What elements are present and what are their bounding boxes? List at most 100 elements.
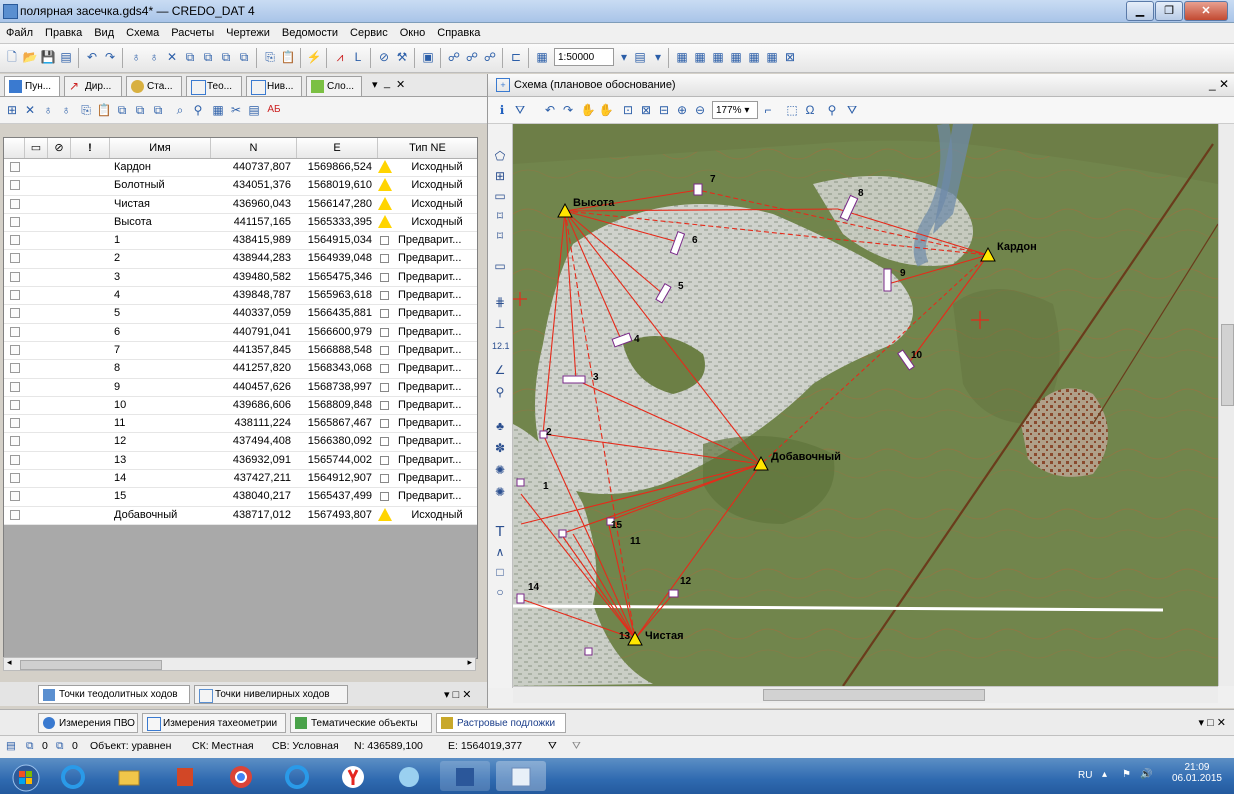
row-checkbox[interactable] (10, 253, 20, 264)
tab-thematic-objects[interactable]: Тематические объекты (290, 713, 432, 733)
row-checkbox[interactable] (10, 162, 20, 172)
search-tool-icon[interactable]: ⚲ (492, 384, 508, 400)
minimize-button[interactable]: ▁ (1126, 1, 1154, 21)
tab-theodolite-points[interactable]: Точки теодолитных ходов (38, 685, 190, 704)
row-checkbox[interactable] (10, 473, 20, 484)
zoom-combo[interactable]: 177% ▾ (712, 101, 758, 119)
pan-icon[interactable]: ✋ (580, 102, 596, 118)
open-folder-icon[interactable]: 📂 (22, 49, 38, 65)
filter3-icon[interactable]: ⛛ (844, 102, 860, 118)
measure-icon[interactable]: Ω (802, 102, 818, 118)
tab-layers[interactable]: Сло... (306, 76, 362, 96)
network-icon[interactable]: ☍ (446, 49, 462, 65)
col-n[interactable]: N (211, 138, 297, 158)
info-icon[interactable]: ℹ (494, 102, 510, 118)
polygon-icon[interactable]: ⬠ (492, 148, 508, 164)
point-icon[interactable]: ♁ (128, 49, 144, 65)
ie-icon[interactable] (48, 761, 98, 791)
menu-help[interactable]: Справка (431, 27, 486, 39)
table-row[interactable]: 3 439480,582 1565475,346 Предварит... (4, 268, 477, 288)
tab-raster-underlays[interactable]: Растровые подложки (436, 713, 566, 733)
scale-combo[interactable]: 1:50000 (554, 48, 614, 66)
view-icon[interactable]: ▣ (420, 49, 436, 65)
grid7-icon[interactable]: ⊠ (782, 49, 798, 65)
angle-icon[interactable]: ∠ (492, 362, 508, 378)
color-tool-icon[interactable]: ✽ (492, 440, 508, 456)
calc-icon[interactable]: ⚡ (306, 49, 322, 65)
status-filter-icon[interactable]: ⛛ (548, 740, 557, 753)
map-vscrollbar[interactable] (1218, 124, 1234, 686)
new-file-icon[interactable]: 🗋 (4, 49, 20, 65)
volume-icon[interactable]: 🔊 (1140, 769, 1152, 780)
row-checkbox[interactable] (10, 436, 20, 447)
menu-scheme[interactable]: Схема (120, 27, 165, 39)
col-name[interactable]: Имя (110, 138, 211, 158)
scroll-left-icon[interactable]: ◂ (7, 657, 12, 668)
row-checkbox[interactable] (10, 509, 20, 520)
grid5-icon[interactable]: ▦ (746, 49, 762, 65)
link3-icon[interactable]: ⧉ (218, 49, 234, 65)
zoom-prev-icon[interactable]: ⊟ (656, 102, 672, 118)
table-row[interactable]: 12 437494,408 1566380,092 Предварит... (4, 433, 477, 452)
redo-icon[interactable]: ↷ (102, 49, 118, 65)
menu-statements[interactable]: Ведомости (276, 27, 344, 39)
credo-icon[interactable] (496, 761, 546, 791)
level-icon[interactable]: L (350, 49, 366, 65)
tool-icon[interactable]: ⚒ (394, 49, 410, 65)
row-checkbox[interactable] (10, 180, 20, 191)
adjust-icon[interactable]: ⩘ (332, 49, 348, 65)
table-row[interactable]: 4 439848,787 1565963,618 Предварит... (4, 287, 477, 306)
office-icon[interactable] (160, 761, 210, 791)
table-row[interactable]: 10 439686,606 1568809,848 Предварит... (4, 396, 477, 416)
filter-icon[interactable]: ⚲ (190, 102, 206, 118)
table-row[interactable]: 13 436932,091 1565744,002 Предварит... (4, 451, 477, 471)
menu-calculations[interactable]: Расчеты (165, 27, 220, 39)
filter2-icon[interactable]: ⛛ (512, 102, 528, 118)
yandex-icon[interactable] (328, 761, 378, 791)
table-row[interactable]: 2 438944,283 1564939,048 Предварит... (4, 250, 477, 269)
tab-theodolite[interactable]: Тео... (186, 76, 242, 96)
table-row[interactable]: Кардон 440737,807 1569866,524 Исходный (4, 159, 477, 178)
row-checkbox[interactable] (10, 418, 20, 429)
table-icon[interactable]: ▦ (210, 102, 226, 118)
rect-tool-icon[interactable]: □ (492, 564, 508, 580)
menu-drawings[interactable]: Чертежи (220, 27, 276, 39)
scroll-thumb[interactable] (20, 660, 162, 670)
row-checkbox[interactable] (10, 491, 20, 502)
row-checkbox[interactable] (10, 399, 20, 410)
grid-tool-icon[interactable]: ⊞ (492, 168, 508, 184)
table-row[interactable]: Чистая 436960,043 1566147,280 Исходный (4, 195, 477, 214)
map-vscroll-thumb[interactable] (1221, 324, 1234, 406)
undo2-icon[interactable]: ↶ (542, 102, 558, 118)
fit-icon[interactable]: ⌐ (760, 102, 776, 118)
menu-file[interactable]: Файл (0, 27, 39, 39)
row-checkbox[interactable] (10, 308, 20, 319)
window-tool-icon[interactable]: ▭ (492, 258, 508, 274)
col-type[interactable]: Тип NE (378, 138, 477, 158)
tab-leveling-points[interactable]: Точки нивелирных ходов (194, 685, 348, 704)
tab-stations[interactable]: Ста... (126, 76, 182, 96)
circle-tool-icon[interactable]: ○ (492, 584, 508, 600)
explorer-icon[interactable] (104, 761, 154, 791)
link-rows2-icon[interactable]: ⧉ (132, 102, 148, 118)
close-panel-icon[interactable]: ✕ (396, 78, 405, 91)
menu-window[interactable]: Окно (394, 27, 432, 39)
row-checkbox[interactable] (10, 216, 20, 227)
frame-icon[interactable]: ▭ (492, 188, 508, 204)
tabs-dropdown-icon[interactable]: ▾ (372, 78, 378, 91)
point-on-icon[interactable]: ♁ (40, 102, 56, 118)
tools-icon[interactable]: ✂ (228, 102, 244, 118)
point-off-icon-2[interactable]: ♁ (58, 102, 74, 118)
lang-indicator[interactable]: RU (1078, 770, 1092, 781)
row-checkbox[interactable] (10, 381, 20, 392)
layer-tool-icon[interactable]: ♣ (492, 418, 508, 434)
delete-point-icon[interactable]: ✕ (22, 102, 38, 118)
table-row[interactable]: 5 440337,059 1566435,881 Предварит... (4, 305, 477, 324)
frame3-icon[interactable]: ⌑ (492, 228, 508, 244)
col-e[interactable]: E (297, 138, 378, 158)
frame2-icon[interactable]: ⌑ (492, 208, 508, 224)
point-off-icon[interactable]: ♁ (146, 49, 162, 65)
link-rows3-icon[interactable]: ⧉ (150, 102, 166, 118)
layers-icon[interactable]: ▤ (632, 49, 648, 65)
menu-service[interactable]: Сервис (344, 27, 394, 39)
